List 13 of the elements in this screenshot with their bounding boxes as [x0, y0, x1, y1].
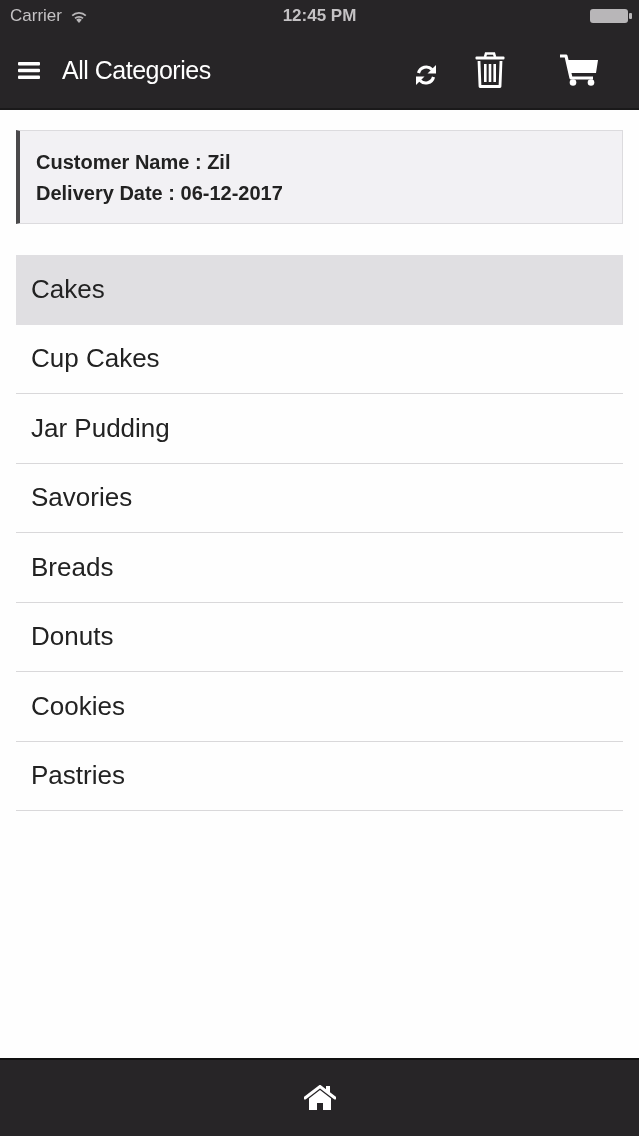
category-item[interactable]: Cakes — [16, 255, 623, 325]
refresh-icon — [415, 64, 437, 86]
menu-icon — [18, 61, 40, 79]
trash-icon — [475, 52, 505, 88]
carrier-label: Carrier — [10, 6, 62, 26]
order-info-text: Customer Name : Zil — [36, 150, 231, 175]
page-title: All Categories — [62, 55, 211, 85]
order-info-text: Delivery Date : 06-12-2017 — [36, 181, 283, 206]
battery-icon — [590, 9, 632, 23]
status-time: 12:45 PM — [282, 6, 357, 26]
wifi-icon — [69, 9, 88, 23]
home-icon — [303, 1085, 336, 1111]
cart-icon — [560, 54, 598, 86]
